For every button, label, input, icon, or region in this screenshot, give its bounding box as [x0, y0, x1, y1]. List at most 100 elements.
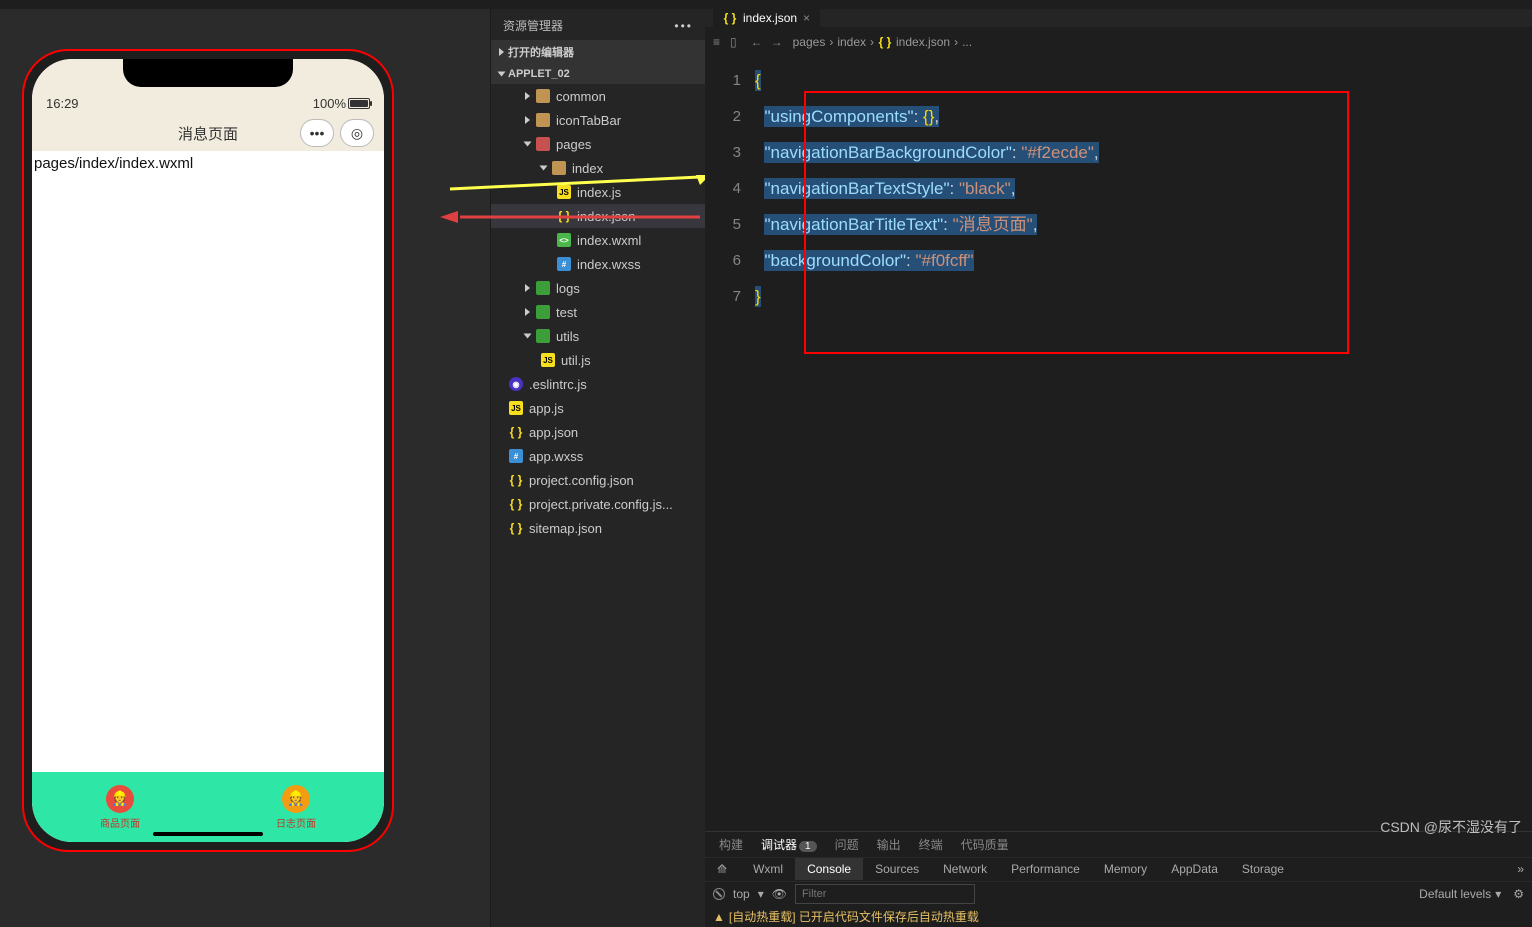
tree-node[interactable]: { }project.config.json: [491, 468, 705, 492]
phone-page-body: pages/index/index.wxml: [32, 151, 384, 772]
json-icon: { }: [509, 521, 523, 535]
gear-icon[interactable]: ⚙: [1513, 887, 1524, 901]
console-filter-row: top▾ 👁 Default levels▾⚙: [705, 882, 1532, 906]
tree-node[interactable]: utils: [491, 324, 705, 348]
devtab-sources[interactable]: Sources: [863, 858, 931, 880]
explorer-more-icon[interactable]: •••: [674, 19, 693, 33]
devtab-storage[interactable]: Storage: [1230, 858, 1296, 880]
tab-problems[interactable]: 问题: [835, 836, 859, 853]
devtab-performance[interactable]: Performance: [999, 858, 1092, 880]
editor-tab-active[interactable]: { } index.json ×: [713, 9, 820, 27]
list-icon[interactable]: ≡: [713, 35, 720, 49]
explorer-panel: 资源管理器 ••• 打开的编辑器 APPLET_02 common iconTab…: [490, 9, 705, 927]
chevron-down-icon: [524, 334, 532, 339]
folder-icon: [536, 305, 550, 319]
project-root-heading[interactable]: APPLET_02: [491, 64, 705, 84]
tree-node[interactable]: ◉.eslintrc.js: [491, 372, 705, 396]
tab-debugger[interactable]: 调试器1: [761, 836, 817, 853]
tab-icon: 👷: [106, 785, 134, 813]
wxml-icon: <>: [557, 233, 571, 247]
chevron-down-icon: [524, 142, 532, 147]
tree-node[interactable]: index: [491, 156, 705, 180]
tree-label: project.private.config.js...: [529, 497, 673, 512]
json-icon: { }: [509, 425, 523, 439]
tab-output[interactable]: 输出: [877, 836, 901, 853]
tree-node[interactable]: JSindex.js: [491, 180, 705, 204]
devtab-wxml[interactable]: Wxml: [741, 858, 795, 880]
tab-icon: 👷: [282, 785, 310, 813]
bottom-panel: 构建 调试器1 问题 输出 终端 代码质量 ⟰ Wxml Console Sou…: [705, 831, 1532, 927]
chevron-right-icon: [525, 308, 530, 316]
close-icon[interactable]: ×: [803, 11, 810, 25]
tree-label: index.wxss: [577, 257, 641, 272]
chevron-down-icon: [498, 72, 506, 77]
tab-terminal[interactable]: 终端: [919, 836, 943, 853]
capsule-menu[interactable]: •••: [300, 119, 334, 147]
eye-icon[interactable]: 👁: [772, 887, 787, 901]
tree-node[interactable]: <>index.wxml: [491, 228, 705, 252]
json-icon: { }: [878, 35, 892, 49]
tree-label: app.json: [529, 425, 578, 440]
tree-node[interactable]: iconTabBar: [491, 108, 705, 132]
code-area[interactable]: 1234567 { "usingComponents": {}, "naviga…: [705, 57, 1532, 831]
js-icon: JS: [541, 353, 555, 367]
chevron-right-icon: [525, 284, 530, 292]
js-icon: JS: [557, 185, 571, 199]
tab-build[interactable]: 构建: [719, 836, 743, 853]
tree-node[interactable]: # index.wxss: [491, 252, 705, 276]
phone-notch: [123, 59, 293, 87]
tree-label: common: [556, 89, 606, 104]
devtab-network[interactable]: Network: [931, 858, 999, 880]
levels-dropdown[interactable]: Default levels▾⚙: [1419, 887, 1524, 901]
home-indicator: [153, 832, 263, 836]
folder-icon: [536, 281, 550, 295]
chevron-down-icon: [540, 166, 548, 171]
code-content[interactable]: { "usingComponents": {}, "navigationBarB…: [755, 57, 1532, 831]
tree-node[interactable]: test: [491, 300, 705, 324]
wxss-icon: #: [557, 257, 571, 271]
tree-node[interactable]: JSutil.js: [491, 348, 705, 372]
devtab-console[interactable]: Console: [795, 858, 863, 880]
tree-label: app.js: [529, 401, 564, 416]
explorer-title: 资源管理器 •••: [491, 9, 705, 40]
wxss-icon: #: [509, 449, 523, 463]
context-selector[interactable]: top: [733, 887, 750, 901]
tree-node[interactable]: logs: [491, 276, 705, 300]
breadcrumb[interactable]: pages› index› { } index.json› ...: [793, 35, 972, 49]
devtools-tabs: ⟰ Wxml Console Sources Network Performan…: [705, 858, 1532, 882]
folder-icon: [552, 161, 566, 175]
devtab-memory[interactable]: Memory: [1092, 858, 1159, 880]
tree-label: index: [572, 161, 603, 176]
tree-node[interactable]: { }project.private.config.js...: [491, 492, 705, 516]
inspect-icon[interactable]: ⟰: [713, 858, 741, 880]
devtab-appdata[interactable]: AppData: [1159, 858, 1230, 880]
bookmark-icon[interactable]: ▯: [730, 35, 737, 49]
folder-icon: [536, 89, 550, 103]
filter-input[interactable]: [795, 884, 975, 904]
forward-icon[interactable]: →: [771, 35, 783, 49]
back-icon[interactable]: ←: [751, 35, 763, 49]
folder-icon: [536, 113, 550, 127]
overflow-icon[interactable]: »: [1517, 862, 1524, 876]
tree-label: pages: [556, 137, 591, 152]
open-editors-heading[interactable]: 打开的编辑器: [491, 40, 705, 64]
tree-node[interactable]: pages: [491, 132, 705, 156]
watermark: CSDN @尿不湿没有了: [1380, 817, 1522, 837]
tree-label: index.json: [577, 209, 636, 224]
tree-node[interactable]: JS app.js: [491, 396, 705, 420]
simulator-pane: 16:29 100% 消息页面 ••• ◎ pages/index/index.…: [0, 9, 490, 927]
capsule-close[interactable]: ◎: [340, 119, 374, 147]
js-icon: JS: [509, 401, 523, 415]
tree-label: test: [556, 305, 577, 320]
tree-node[interactable]: common: [491, 84, 705, 108]
tree-label: logs: [556, 281, 580, 296]
clear-console-icon[interactable]: [713, 888, 725, 900]
tab-quality[interactable]: 代码质量: [961, 836, 1009, 853]
editor-pane: { } index.json × ≡ ▯ ← → pages› index› {…: [705, 9, 1532, 927]
tree-node[interactable]: { }index.json: [491, 204, 705, 228]
nav-title: 消息页面: [178, 123, 238, 144]
tree-node[interactable]: { }sitemap.json: [491, 516, 705, 540]
chevron-right-icon: [525, 116, 530, 124]
tree-node[interactable]: #app.wxss: [491, 444, 705, 468]
tree-node[interactable]: { } app.json: [491, 420, 705, 444]
